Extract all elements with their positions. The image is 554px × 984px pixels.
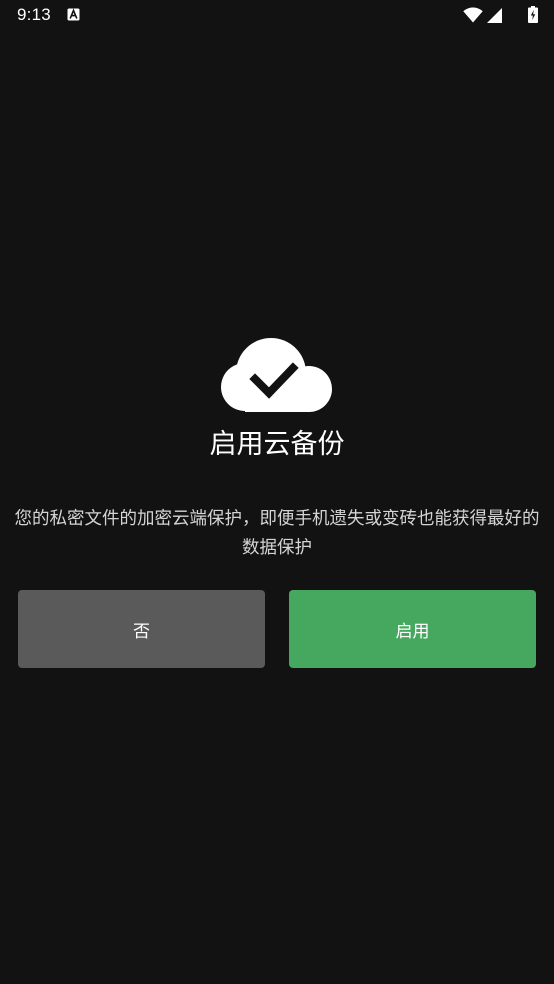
dialog-description: 您的私密文件的加密云端保护，即便手机遗失或变砖也能获得最好的数据保护 (14, 509, 540, 558)
no-button[interactable]: 否 (18, 590, 265, 668)
wifi-icon (463, 7, 483, 23)
no-button-label: 否 (133, 621, 150, 642)
enable-button-label: 启用 (395, 621, 430, 642)
status-bar: 9:13 (0, 0, 554, 30)
cloud-check-icon (221, 338, 332, 412)
cellular-signal-icon (487, 8, 502, 23)
enable-button[interactable]: 启用 (289, 590, 536, 668)
battery-charging-icon (528, 6, 538, 23)
dialog-title: 启用云备份 (209, 429, 345, 460)
status-time: 9:13 (17, 5, 51, 24)
a-badge-icon (67, 8, 80, 21)
